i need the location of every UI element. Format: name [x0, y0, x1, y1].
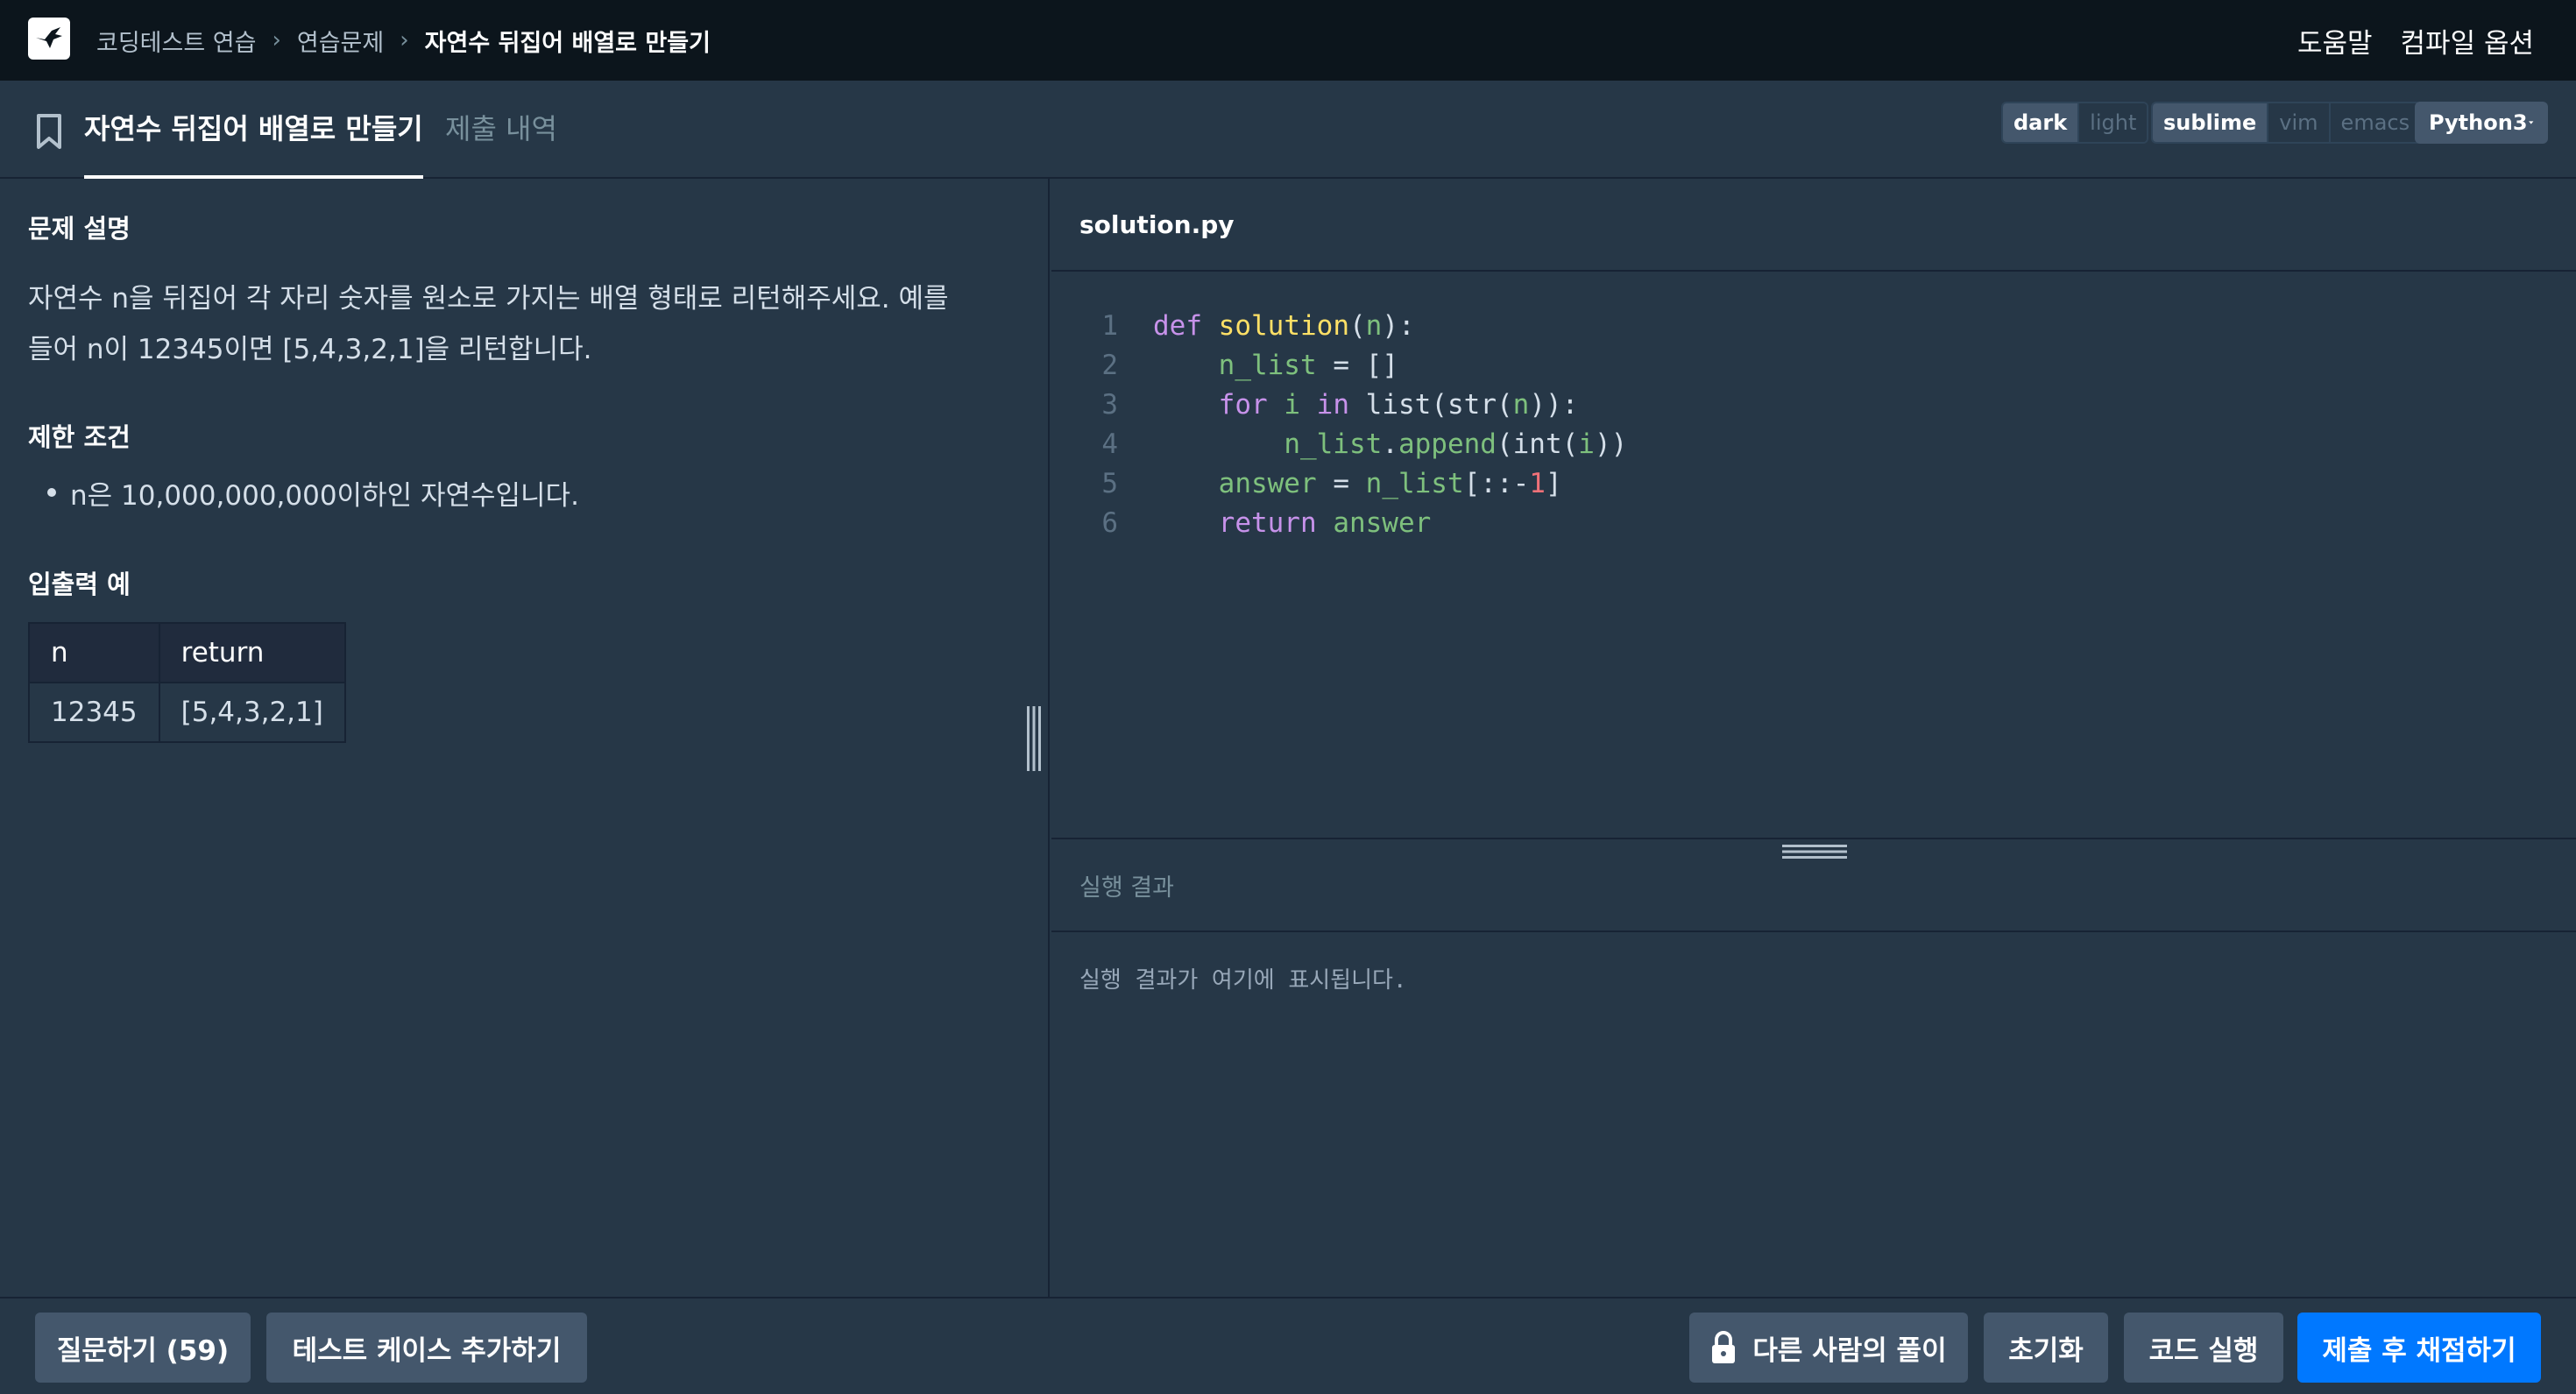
keymap-sublime-option[interactable]: sublime	[2153, 103, 2269, 142]
line-number: 4	[1101, 428, 1118, 460]
description-line: 들어 n이 12345이면 [5,4,3,2,1]을 리턴합니다.	[28, 334, 592, 365]
reset-button[interactable]: 초기화	[1984, 1313, 2108, 1383]
table-header-row: n return	[28, 622, 346, 683]
code-text: n_list = []	[1218, 350, 1398, 381]
line-number: 3	[1101, 389, 1118, 421]
line-number: 6	[1101, 507, 1118, 539]
top-navbar: 코딩테스트 연습 › 연습문제 › 자연수 뒤집어 배열로 만들기 도움말 컴파…	[0, 0, 2576, 81]
table-row: 12345 [5,4,3,2,1]	[28, 682, 346, 743]
lock-icon	[1712, 1331, 1736, 1363]
others-solution-label: 다른 사람의 풀이	[1752, 1334, 1947, 1367]
code-text: for i in list(str(n)):	[1218, 389, 1579, 421]
code-line: 6 return answer	[1051, 504, 2576, 543]
code-text: n_list.append(int(i))	[1284, 428, 1628, 460]
code-line: 4 n_list.append(int(i))	[1051, 425, 2576, 464]
description-line: 자연수 n을 뒤집어 각 자리 숫자를 원소로 가지는 배열 형태로 리턴해주세…	[28, 283, 949, 315]
code-text: answer = n_list[::-1]	[1218, 468, 1562, 499]
tab-bar: 자연수 뒤집어 배열로 만들기 제출 내역 dark light sublime…	[0, 81, 2576, 180]
keymap-toggle: sublime vim emacs	[2151, 102, 2423, 144]
limit-item: n은 10,000,000,000이하인 자연수입니다.	[47, 473, 579, 513]
bookmark-icon[interactable]	[33, 112, 65, 151]
bottom-action-bar: 질문하기 (59) 테스트 케이스 추가하기 다른 사람의 풀이 초기화 코드 …	[0, 1297, 2576, 1394]
code-line: 1 def solution(n):	[1051, 307, 2576, 346]
compile-options-link[interactable]: 컴파일 옵션	[2401, 21, 2534, 60]
code-line: 2 n_list = []	[1051, 346, 2576, 386]
breadcrumb-item-coding-test[interactable]: 코딩테스트 연습	[96, 24, 256, 58]
result-output: 실행 결과가 여기에 표시됩니다.	[1079, 967, 1407, 994]
ask-question-button[interactable]: 질문하기 (59)	[35, 1313, 251, 1383]
keymap-emacs-option[interactable]: emacs	[2330, 103, 2421, 142]
top-links: 도움말 컴파일 옵션	[2297, 0, 2534, 81]
tab-submissions[interactable]: 제출 내역	[445, 107, 557, 179]
limits-heading: 제한 조건	[28, 422, 131, 452]
io-example-table: n return 12345 [5,4,3,2,1]	[28, 622, 346, 743]
line-number: 5	[1101, 468, 1118, 499]
line-number: 1	[1101, 310, 1118, 342]
add-testcase-button[interactable]: 테스트 케이스 추가하기	[266, 1313, 587, 1383]
problem-description: 자연수 n을 뒤집어 각 자리 숫자를 원소로 가지는 배열 형태로 리턴해주세…	[28, 273, 1001, 375]
run-code-button[interactable]: 코드 실행	[2124, 1313, 2283, 1383]
theme-light-option[interactable]: light	[2079, 103, 2148, 142]
description-heading: 문제 설명	[28, 214, 131, 244]
language-select-value: Python3	[2429, 110, 2528, 135]
tab-problem[interactable]: 자연수 뒤집어 배열로 만들기	[84, 107, 423, 180]
table-header-n: n	[28, 622, 160, 683]
breadcrumb: 코딩테스트 연습 › 연습문제 › 자연수 뒤집어 배열로 만들기	[96, 0, 711, 81]
chevron-right-icon: ›	[400, 27, 409, 53]
table-header-return: return	[158, 622, 346, 683]
io-example-heading: 입출력 예	[28, 570, 131, 599]
code-editor-panel: solution.py 1 def solution(n): 2 n_list …	[1051, 179, 2576, 838]
language-select[interactable]: Python3	[2415, 102, 2548, 144]
code-editor[interactable]: 1 def solution(n): 2 n_list = [] 3 for i…	[1051, 307, 2576, 543]
programmers-logo-icon[interactable]	[28, 18, 70, 60]
result-heading: 실행 결과	[1051, 838, 2576, 932]
code-text: def solution(n):	[1153, 310, 1415, 342]
file-tab: solution.py	[1051, 179, 2576, 272]
line-number: 2	[1101, 350, 1118, 381]
breadcrumb-item-current: 자연수 뒤집어 배열로 만들기	[424, 29, 711, 57]
code-line: 5 answer = n_list[::-1]	[1051, 464, 2576, 504]
help-link[interactable]: 도움말	[2297, 21, 2373, 60]
problem-panel: 문제 설명 자연수 n을 뒤집어 각 자리 숫자를 원소로 가지는 배열 형태로…	[0, 179, 1050, 1297]
others-solution-button[interactable]: 다른 사람의 풀이	[1689, 1313, 1968, 1383]
breadcrumb-item-practice[interactable]: 연습문제	[297, 24, 384, 58]
caret-down-icon	[2528, 121, 2533, 124]
table-cell: [5,4,3,2,1]	[158, 682, 346, 743]
table-cell: 12345	[28, 682, 160, 743]
theme-toggle: dark light	[2001, 102, 2149, 144]
submit-button[interactable]: 제출 후 채점하기	[2297, 1313, 2541, 1383]
keymap-vim-option[interactable]: vim	[2268, 103, 2331, 142]
code-text: return answer	[1218, 507, 1432, 539]
vertical-resize-handle[interactable]	[1025, 706, 1043, 771]
theme-dark-option[interactable]: dark	[2003, 103, 2080, 142]
chevron-right-icon: ›	[272, 27, 281, 53]
code-line: 3 for i in list(str(n)):	[1051, 386, 2576, 425]
